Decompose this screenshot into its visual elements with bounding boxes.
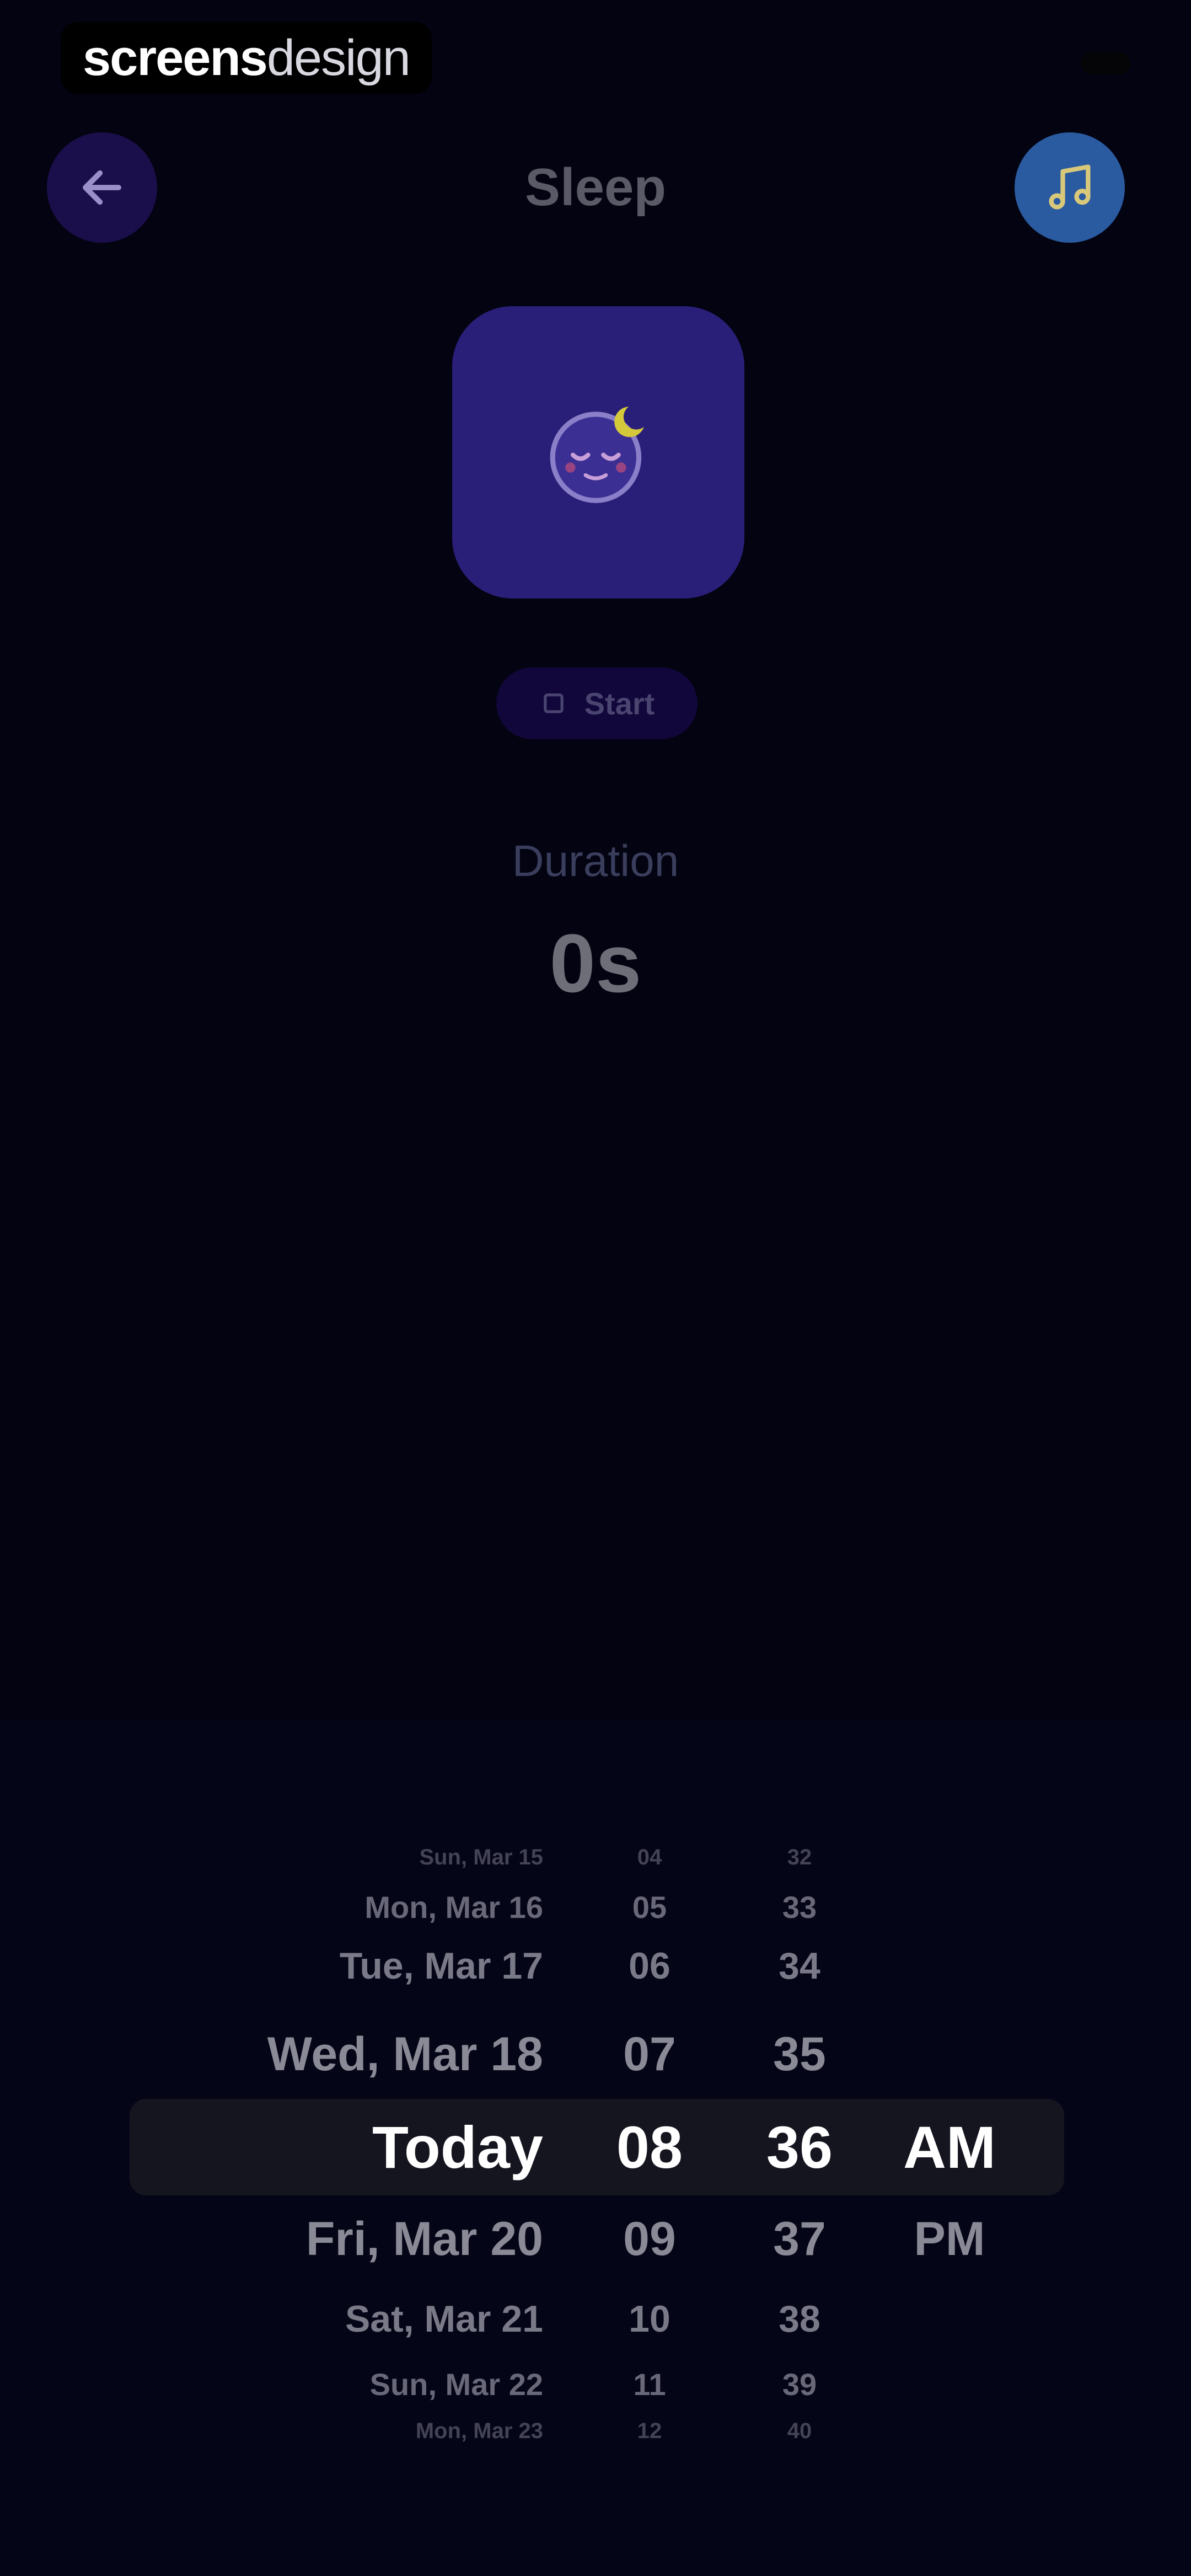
picker-minute-option[interactable]: 38	[779, 2297, 820, 2340]
picker-date-option[interactable]: Sun, Mar 22	[370, 2366, 543, 2402]
picker-hour-option[interactable]: 10	[629, 2297, 670, 2340]
start-button-label: Start	[584, 686, 655, 721]
music-note-icon	[1049, 164, 1091, 210]
picker-hour-option[interactable]: 07	[623, 2027, 676, 2082]
picker-hour-option[interactable]: 05	[632, 1889, 667, 1925]
picker-hour-selected[interactable]: 08	[616, 2113, 683, 2182]
picker-hour-option[interactable]: 04	[637, 1845, 662, 1870]
music-button[interactable]	[1015, 132, 1125, 243]
start-button[interactable]: Start	[496, 667, 698, 739]
brand-text-primary: screens	[83, 29, 268, 86]
picker-hour-option[interactable]: 06	[629, 1944, 670, 1987]
page-title: Sleep	[524, 158, 667, 217]
picker-date-option[interactable]: Sat, Mar 21	[345, 2297, 543, 2340]
picker-date-option[interactable]: Tue, Mar 17	[340, 1944, 543, 1987]
picker-date-option[interactable]: Mon, Mar 23	[416, 2419, 543, 2444]
picker-minute-option[interactable]: 32	[787, 1845, 812, 1870]
picker-date-option[interactable]: Fri, Mar 20	[306, 2212, 543, 2267]
picker-minute-selected[interactable]: 36	[766, 2113, 833, 2182]
sleep-screen: screens design Sleep Start Duration 0s S…	[0, 0, 1191, 2576]
sleep-mode-card[interactable]	[452, 306, 744, 598]
picker-ampm-selected[interactable]: AM	[903, 2113, 996, 2182]
picker-date-option[interactable]: Mon, Mar 16	[364, 1889, 543, 1925]
picker-hour-option[interactable]: 09	[623, 2212, 676, 2267]
stop-square-icon	[543, 693, 564, 713]
sleeping-face-icon	[550, 407, 644, 503]
picker-minute-option[interactable]: 33	[782, 1889, 817, 1925]
picker-minute-option[interactable]: 34	[779, 1944, 820, 1987]
duration-value: 0s	[549, 917, 642, 1009]
picker-hour-option[interactable]: 12	[637, 2419, 662, 2444]
picker-minute-option[interactable]: 40	[787, 2419, 812, 2444]
brand-logo: screens design	[61, 22, 432, 94]
brand-text-secondary: design	[266, 29, 411, 86]
duration-label: Duration	[512, 836, 679, 885]
picker-minute-option[interactable]: 37	[773, 2212, 826, 2267]
picker-hour-option[interactable]: 11	[633, 2366, 666, 2402]
picker-minute-option[interactable]: 39	[782, 2366, 817, 2402]
picker-minute-option[interactable]: 35	[773, 2027, 826, 2082]
status-indicator	[1081, 52, 1130, 74]
picker-date-option[interactable]: Wed, Mar 18	[267, 2027, 543, 2082]
picker-date-option[interactable]: Sun, Mar 15	[419, 1845, 543, 1870]
picker-ampm-option[interactable]: PM	[914, 2212, 985, 2267]
picker-date-selected[interactable]: Today	[372, 2113, 543, 2182]
